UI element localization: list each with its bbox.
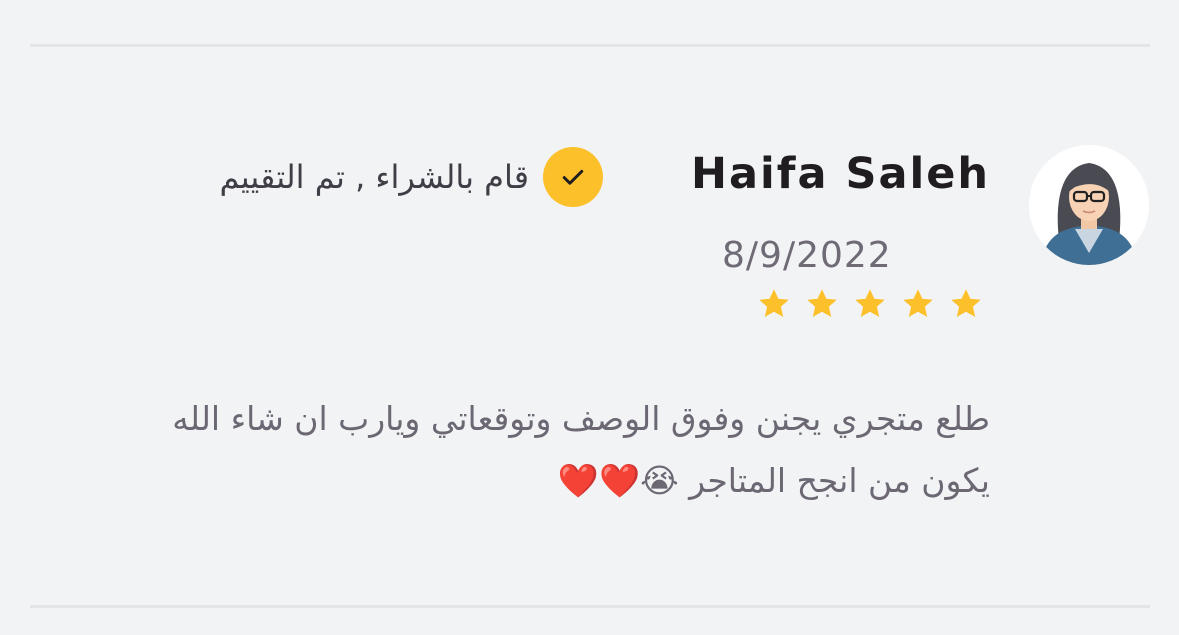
review-body: طلع متجري يجنن وفوق الوصف وتوقعاتي ويارب… bbox=[30, 388, 990, 512]
bottom-divider bbox=[30, 605, 1150, 608]
star-icon bbox=[759, 289, 789, 317]
star-icon bbox=[807, 289, 837, 317]
review-text-line1: طلع متجري يجنن وفوق الوصف وتوقعاتي ويارب… bbox=[172, 399, 990, 438]
verified-label: قام بالشراء , تم التقييم bbox=[219, 158, 529, 196]
woman-avatar-icon bbox=[1029, 145, 1149, 265]
review-date: 8/9/2022 bbox=[722, 235, 892, 276]
review-emojis: 😭❤️❤️ bbox=[557, 461, 679, 500]
star-icon bbox=[903, 289, 933, 317]
reviewer-name: Haifa Saleh bbox=[691, 149, 990, 199]
verified-badge bbox=[543, 147, 603, 207]
star-icon bbox=[951, 289, 981, 317]
verified-purchase: قام بالشراء , تم التقييم bbox=[219, 147, 603, 207]
top-divider bbox=[30, 44, 1150, 47]
review-text-line2: يكون من انجح المتاجر 😭❤️❤️ bbox=[30, 450, 990, 512]
checkmark-icon bbox=[562, 169, 584, 185]
star-rating bbox=[756, 286, 984, 322]
star-icon bbox=[855, 289, 885, 317]
reviewer-avatar bbox=[1029, 145, 1149, 265]
review-text-line2-text: يكون من انجح المتاجر bbox=[689, 461, 990, 500]
